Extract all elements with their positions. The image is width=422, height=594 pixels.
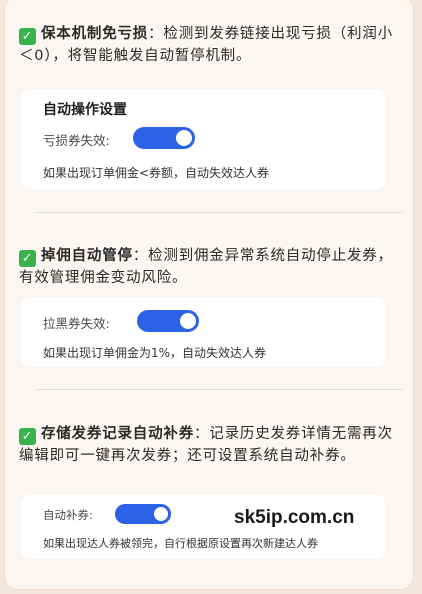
section-commission-drop: ✓ 掉佣自动管停：检测到佣金异常系统自动停止发券，有效管理佣金变动风险。 xyxy=(19,245,407,289)
card-note: 如果出现订单佣金为1%，自动失效达人券 xyxy=(43,346,267,360)
card-note: 如果出现达人券被领完，自行根据原设置再次新建达人券 xyxy=(43,537,318,550)
section-record-reissue: ✓ 存储发券记录自动补券：记录历史发券详情无需再次编辑即可一键再次发券；还可设置系… xyxy=(19,423,407,467)
feature-panel: ✓ 保本机制免亏损：检测到发券链接出现亏损（利润小＜0），将智能触发自动暂停机制。… xyxy=(4,0,414,590)
toggle-knob xyxy=(176,130,192,146)
watermark: sk5ip.com.cn xyxy=(234,507,355,528)
section-title: 存储发券记录自动补券 xyxy=(41,426,194,442)
card-title: 自动操作设置 xyxy=(43,102,127,118)
toggle-auto-reissue[interactable] xyxy=(115,504,171,524)
check-mark-icon: ✓ xyxy=(19,428,36,445)
section-heading: ✓ 存储发券记录自动补券：记录历史发券详情无需再次编辑即可一键再次发券；还可设置系… xyxy=(19,423,407,467)
toggle-label-blacklist: 拉黑券失效: xyxy=(43,316,110,331)
section-heading: ✓ 掉佣自动管停：检测到佣金异常系统自动停止发券，有效管理佣金变动风险。 xyxy=(19,245,407,289)
check-mark-icon: ✓ xyxy=(19,28,36,45)
section-loss-protection: ✓ 保本机制免亏损：检测到发券链接出现亏损（利润小＜0），将智能触发自动暂停机制。 xyxy=(19,23,407,67)
settings-card-blacklist: 拉黑券失效: 如果出现订单佣金为1%，自动失效达人券 xyxy=(21,297,385,367)
toggle-knob xyxy=(154,507,168,521)
section-title: 掉佣自动管停 xyxy=(41,248,133,264)
toggle-blacklist-invalidate[interactable] xyxy=(137,310,199,332)
section-title: 保本机制免亏损 xyxy=(41,26,149,42)
section-heading: ✓ 保本机制免亏损：检测到发券链接出现亏损（利润小＜0），将智能触发自动暂停机制。 xyxy=(19,23,407,67)
toggle-loss-invalidate[interactable] xyxy=(133,127,195,149)
toggle-label-reissue: 自动补券: xyxy=(43,508,93,522)
toggle-label-loss: 亏损券失效: xyxy=(43,133,110,148)
divider xyxy=(35,389,403,390)
toggle-knob xyxy=(180,313,196,329)
check-mark-icon: ✓ xyxy=(19,250,36,267)
divider xyxy=(35,212,403,213)
card-note: 如果出现订单佣金<券额，自动失效达人券 xyxy=(43,166,270,180)
settings-card-loss: 自动操作设置 亏损券失效: 如果出现订单佣金<券额，自动失效达人券 xyxy=(21,89,385,189)
